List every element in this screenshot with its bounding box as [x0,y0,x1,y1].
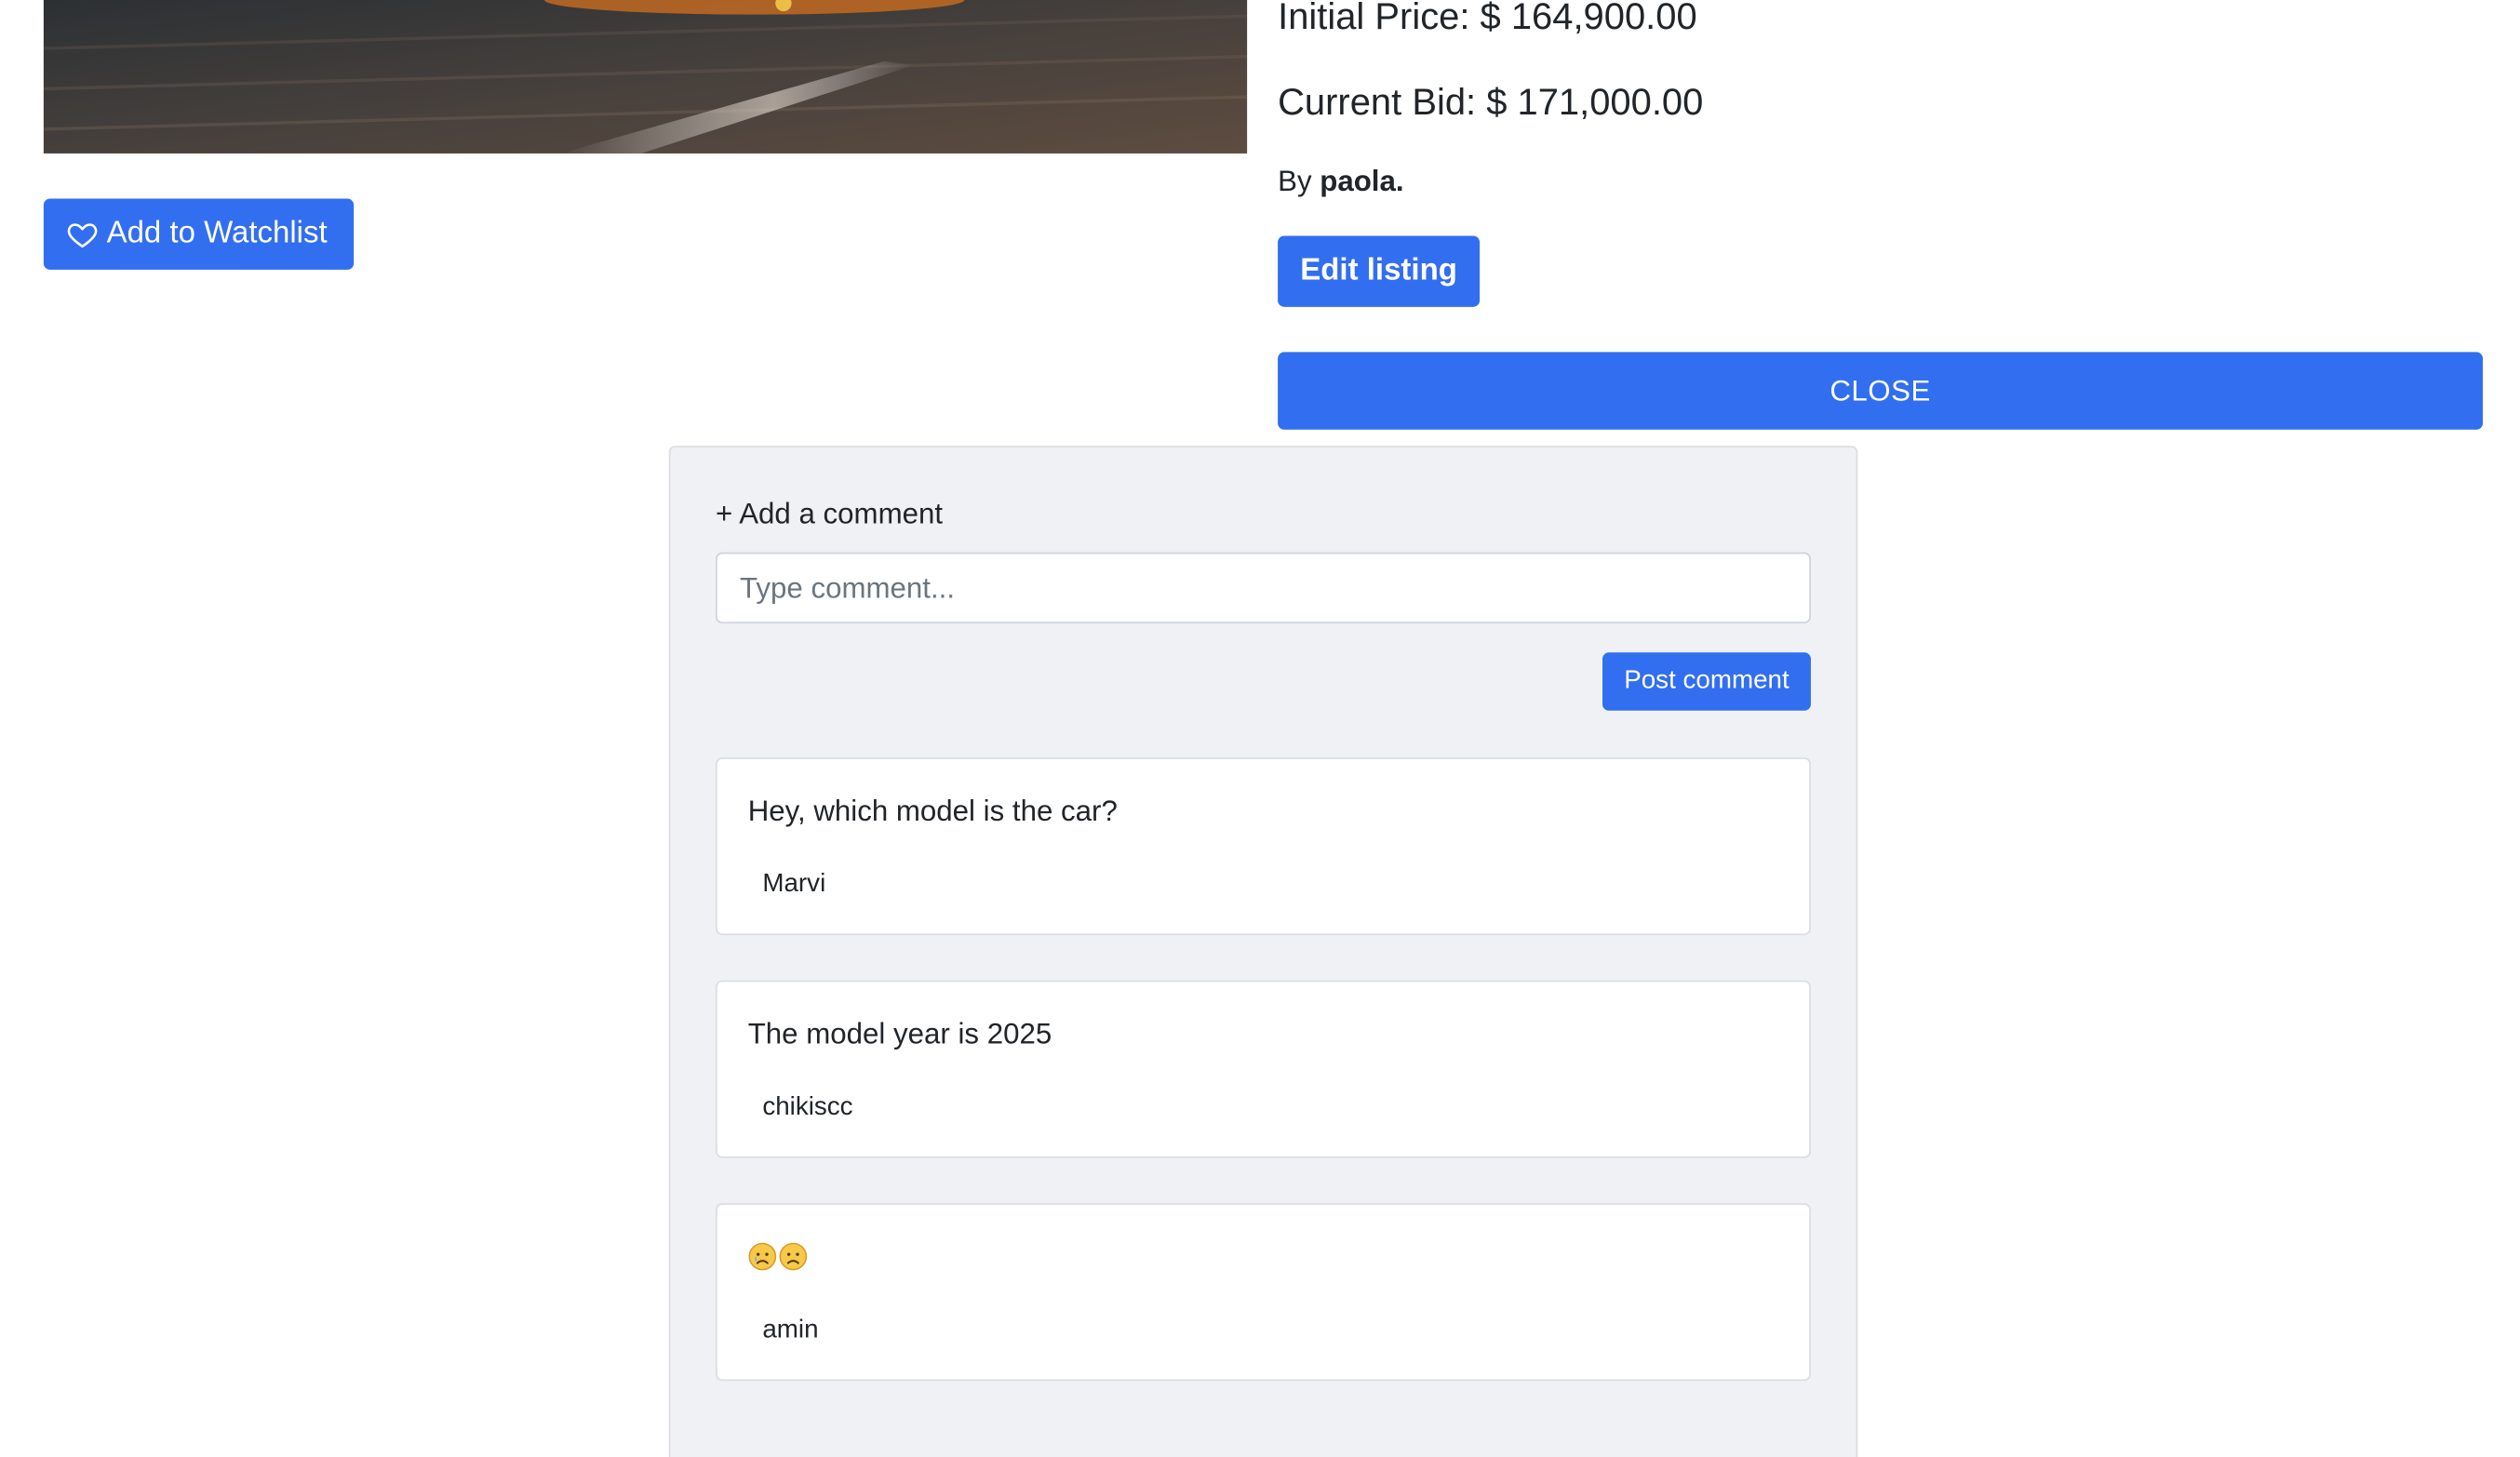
owner-name: paola. [1320,165,1404,197]
comments-section: + Add a comment Post comment Hey, which … [668,446,1858,1457]
listing-owner: By paola. [1278,165,1403,198]
comment-card: The model year is 2025 chikiscc [716,980,1811,1158]
owner-prefix: By [1278,165,1320,197]
comment-author: chikiscc [762,1093,853,1121]
current-bid: Current Bid: $ 171,000.00 [1278,80,1704,123]
comment-author: amin [762,1316,819,1344]
sad-face-icon [779,1242,808,1271]
post-comment-button[interactable]: Post comment [1602,652,1811,711]
close-auction-button[interactable]: CLOSE [1278,352,2484,430]
edit-listing-button[interactable]: Edit listing [1278,235,1481,307]
heart-icon [66,218,99,250]
comment-text: The model year is 2025 [747,1017,1052,1050]
comment-text: Hey, which model is the car? [747,795,1118,827]
page: Add to Watchlist Initial Price: $ 164,90… [0,0,2520,1457]
comment-card: amin [716,1203,1811,1382]
sad-face-icon [748,1242,777,1271]
listing-image [43,0,1248,154]
add-to-watchlist-label: Add to Watchlist [106,216,328,251]
comment-emoji [748,1242,808,1271]
comment-input[interactable] [716,552,1811,624]
initial-price: Initial Price: $ 164,900.00 [1278,0,1697,37]
comment-author: Marvi [762,870,826,899]
add-comment-heading: + Add a comment [716,497,944,530]
comment-card: Hey, which model is the car? Marvi [716,757,1811,936]
car-photo [43,0,1248,154]
add-to-watchlist-button[interactable]: Add to Watchlist [43,198,355,270]
